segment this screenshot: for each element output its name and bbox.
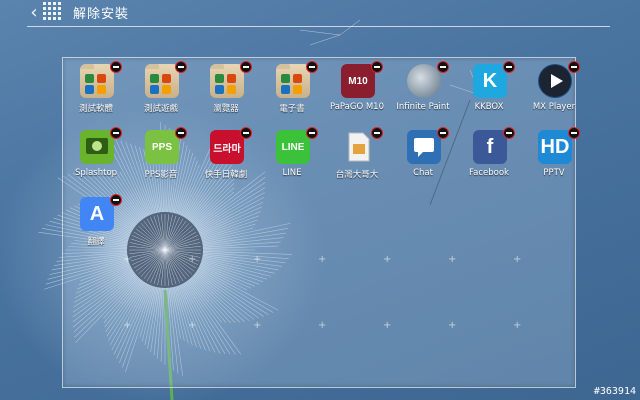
- grid-marker: +: [253, 320, 262, 331]
- page-title: 解除安裝: [73, 7, 130, 22]
- pps-icon: PPS: [145, 130, 179, 164]
- app-item[interactable]: Chat: [390, 127, 456, 189]
- app-item[interactable]: HD PPTV: [521, 127, 587, 189]
- uninstall-badge-icon[interactable]: [568, 61, 580, 73]
- action-bar: ‹ 解除安裝: [0, 0, 640, 28]
- uninstall-badge-icon[interactable]: [240, 61, 252, 73]
- icon-glyph: f: [486, 135, 494, 158]
- uninstall-badge-icon[interactable]: [306, 61, 318, 73]
- grid-marker: +: [318, 254, 327, 265]
- app-item[interactable]: LINE LINE: [259, 127, 325, 189]
- app-item[interactable]: 瀏覽器: [193, 61, 259, 123]
- icon-glyph: PPS: [151, 141, 172, 153]
- folder-icon: [276, 64, 310, 98]
- line-icon: LINE: [276, 130, 310, 164]
- icon-glyph: A: [89, 202, 105, 225]
- app-item[interactable]: K KKBOX: [456, 61, 522, 123]
- infinite-paint-icon: [407, 64, 441, 98]
- uninstall-badge-icon[interactable]: [110, 61, 122, 73]
- icon-glyph: LINE: [281, 141, 305, 153]
- uninstall-badge-icon[interactable]: [371, 127, 383, 139]
- app-item[interactable]: 台灣大哥大: [324, 127, 390, 189]
- translate-icon: A: [80, 197, 114, 231]
- app-label: MX Player: [532, 102, 576, 112]
- mx-player-icon: [538, 64, 572, 98]
- grid-marker: +: [383, 254, 392, 265]
- drama-icon: 드라마: [210, 130, 244, 164]
- grid-marker: +: [448, 254, 457, 265]
- pptv-icon: HD: [538, 130, 572, 164]
- chat-icon: [407, 130, 441, 164]
- grid-marker: +: [513, 320, 522, 331]
- icon-glyph: K: [482, 69, 498, 92]
- icon-glyph: M10: [348, 75, 368, 87]
- app-uninstall-panel: + + + + + + + + + + + + + + 測試軟體 測試遊戲 瀏覽器 電子書 M10 PaPaGO M1…: [62, 57, 580, 388]
- folder-icon: [145, 64, 179, 98]
- uninstall-badge-icon[interactable]: [371, 61, 383, 73]
- app-item[interactable]: M10 PaPaGO M10: [324, 61, 390, 123]
- grid-marker: +: [188, 320, 197, 331]
- icon-glyph: HD: [540, 135, 570, 158]
- app-item[interactable]: Splashtop: [63, 127, 129, 189]
- app-label: PPTV: [543, 168, 565, 178]
- uninstall-badge-icon[interactable]: [568, 127, 580, 139]
- app-item[interactable]: A 翻譯: [63, 194, 129, 256]
- grid-marker: +: [123, 320, 132, 331]
- facebook-icon: f: [473, 130, 507, 164]
- app-label: 翻譯: [87, 237, 105, 247]
- splashtop-icon: [80, 130, 114, 164]
- uninstall-badge-icon[interactable]: [437, 61, 449, 73]
- uninstall-badge-icon[interactable]: [437, 127, 449, 139]
- app-grid-icon[interactable]: [43, 2, 63, 22]
- app-item[interactable]: MX Player: [521, 61, 587, 123]
- uninstall-badge-icon[interactable]: [240, 127, 252, 139]
- folder-icon: [80, 64, 114, 98]
- app-item[interactable]: 測試軟體: [63, 61, 129, 123]
- app-item[interactable]: Infinite Paint: [390, 61, 456, 123]
- uninstall-badge-icon[interactable]: [503, 127, 515, 139]
- app-item[interactable]: PPS PPS影音: [128, 127, 194, 189]
- kkbox-icon: K: [473, 64, 507, 98]
- folder-icon: [210, 64, 244, 98]
- app-item[interactable]: 電子書: [259, 61, 325, 123]
- grid-marker: +: [188, 254, 197, 265]
- uninstall-badge-icon[interactable]: [175, 61, 187, 73]
- sim-card-icon: [341, 130, 375, 164]
- grid-marker: +: [318, 320, 327, 331]
- grid-marker: +: [513, 254, 522, 265]
- uninstall-badge-icon[interactable]: [175, 127, 187, 139]
- icon-glyph: 드라마: [213, 143, 241, 155]
- watermark: #363914: [593, 386, 636, 397]
- grid-marker: +: [123, 254, 132, 265]
- back-arrow-icon[interactable]: ‹: [27, 3, 41, 23]
- grid-marker: +: [253, 254, 262, 265]
- uninstall-badge-icon[interactable]: [110, 194, 122, 206]
- papago-icon: M10: [341, 64, 375, 98]
- uninstall-badge-icon[interactable]: [306, 127, 318, 139]
- app-item[interactable]: 드라마 快手日韓劇: [193, 127, 259, 189]
- app-item[interactable]: f Facebook: [456, 127, 522, 189]
- uninstall-badge-icon[interactable]: [503, 61, 515, 73]
- grid-marker: +: [448, 320, 457, 331]
- app-item[interactable]: 測試遊戲: [128, 61, 194, 123]
- grid-marker: +: [383, 320, 392, 331]
- title-divider: [27, 26, 610, 27]
- uninstall-badge-icon[interactable]: [110, 127, 122, 139]
